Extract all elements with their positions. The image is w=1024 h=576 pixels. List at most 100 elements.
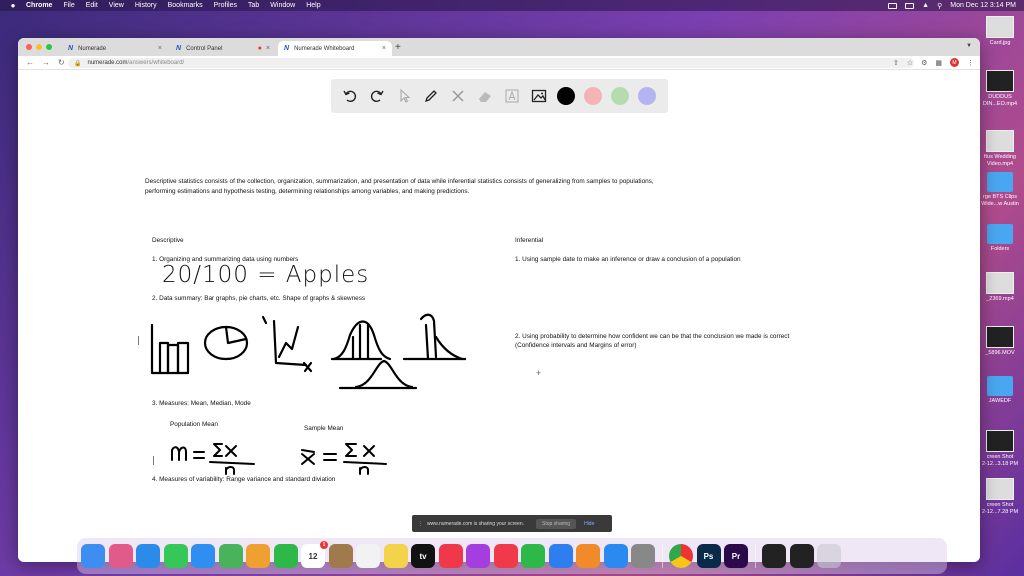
close-window-button[interactable] <box>26 44 32 50</box>
zoom-window-button[interactable] <box>46 44 52 50</box>
menu-edit[interactable]: Edit <box>86 2 98 9</box>
mail-icon[interactable] <box>191 544 215 568</box>
pages-icon[interactable] <box>576 544 600 568</box>
handwritten-apples: 20/100 = Apples <box>162 262 370 288</box>
extensions-icon[interactable]: ⚙ <box>921 59 927 67</box>
back-button[interactable]: ← <box>26 58 34 67</box>
hand-drawn-mean-formulas <box>171 443 387 475</box>
wifi-icon[interactable]: ▲ <box>922 2 929 9</box>
keynote-icon[interactable] <box>548 544 573 568</box>
trash-icon[interactable] <box>817 544 841 568</box>
premiere-icon[interactable]: Pr <box>724 544 748 568</box>
hide-button[interactable]: Hide <box>584 521 594 527</box>
menu-profiles[interactable]: Profiles <box>214 2 237 9</box>
apple-icon[interactable]: ● <box>8 1 18 10</box>
inferential-item-2-detail: (Confidence intervals and Margins of err… <box>515 342 637 349</box>
status-icon[interactable] <box>888 2 898 9</box>
clock[interactable]: Mon Dec 12 3:14 PM <box>950 2 1016 9</box>
photoshop-icon[interactable]: Ps <box>696 544 721 568</box>
launchpad-icon[interactable] <box>108 544 133 568</box>
facetime-icon[interactable] <box>273 544 298 568</box>
chevron-down-icon[interactable]: ▼ <box>966 43 972 49</box>
minimize-window-button[interactable] <box>36 44 42 50</box>
notes-icon[interactable] <box>328 544 353 568</box>
menu-window[interactable]: Window <box>270 2 295 9</box>
desktop-item[interactable]: JAWEDF <box>978 376 1022 405</box>
menu-view[interactable]: View <box>109 2 124 9</box>
menu-bar: ● Chrome File Edit View History Bookmark… <box>0 0 1024 11</box>
desktop-item[interactable]: DUDDUS DIN...EO.mp4 <box>978 70 1022 107</box>
desktop-item[interactable]: creen Shot 2-12...3.18 PM <box>978 430 1022 467</box>
text-caret <box>138 336 139 345</box>
close-icon[interactable]: × <box>382 45 386 52</box>
menu-bookmarks[interactable]: Bookmarks <box>168 2 203 9</box>
podcasts-icon[interactable] <box>466 544 490 568</box>
file-thumbnail-icon <box>986 130 1014 152</box>
crosshair-cursor-icon: + <box>536 368 542 378</box>
tab-numerade-whiteboard[interactable]: N Numerade Whiteboard × <box>278 41 392 56</box>
intro-paragraph: Descriptive statistics consists of the c… <box>145 178 654 195</box>
desktop-item[interactable]: Folders <box>978 224 1022 253</box>
menu-app-name[interactable]: Chrome <box>26 2 52 9</box>
bookmark-star-icon[interactable]: ☆ <box>907 59 913 67</box>
numerade-favicon-icon: N <box>176 45 182 52</box>
system-settings-icon[interactable] <box>631 544 655 568</box>
numbers-icon[interactable] <box>521 544 545 568</box>
photos-icon[interactable] <box>246 544 270 568</box>
news-icon[interactable] <box>493 544 518 568</box>
descriptive-heading: Descriptive <box>152 237 184 244</box>
tab-control-panel[interactable]: N Control Panel ● × <box>170 41 276 56</box>
stop-sharing-button[interactable]: Stop sharing <box>536 518 577 529</box>
menu-file[interactable]: File <box>63 2 74 9</box>
file-thumbnail-icon <box>986 430 1014 452</box>
desktop-item[interactable]: creen Shot 2-12...7.28 PM <box>978 478 1022 515</box>
tab-numerade[interactable]: N Numerade × <box>62 41 168 56</box>
desktop-item-label: ftus Wedding Video.mp4 <box>983 154 1016 167</box>
folder-icon <box>987 376 1013 396</box>
calendar-badge: 1 <box>320 541 328 549</box>
lock-icon[interactable]: 🔒 <box>74 60 81 67</box>
music-icon[interactable] <box>438 544 463 568</box>
safari-icon[interactable] <box>136 544 160 568</box>
reminders-icon[interactable] <box>356 544 380 568</box>
recording-icon: ● <box>257 45 262 52</box>
close-icon[interactable]: × <box>266 45 270 52</box>
desktop-item[interactable]: ftus Wedding Video.mp4 <box>978 130 1022 167</box>
desktop-item-label: Card.jpg <box>989 40 1011 46</box>
app-store-icon[interactable] <box>603 544 628 568</box>
forward-button[interactable]: → <box>42 58 50 67</box>
battery-icon[interactable] <box>905 2 915 9</box>
recent-window-thumbnail-icon[interactable] <box>762 544 786 568</box>
more-menu-icon[interactable]: ⋮ <box>967 59 974 67</box>
folder-icon <box>987 172 1013 192</box>
whiteboard-canvas[interactable]: Descriptive statistics consists of the c… <box>18 70 980 562</box>
population-mean-label: Population Mean <box>170 421 218 428</box>
desktop-item[interactable]: Card.jpg <box>978 16 1022 47</box>
share-icon[interactable]: ⇧ <box>893 59 899 67</box>
calendar-icon[interactable]: 12 1 <box>301 541 328 568</box>
close-icon[interactable]: × <box>158 45 162 52</box>
profile-avatar[interactable]: M <box>950 58 959 67</box>
reload-button[interactable]: ↻ <box>58 58 65 67</box>
desktop-item-label: rge BTS Clips Wide...w Austin <box>981 194 1019 207</box>
reading-list-icon[interactable]: ▦ <box>935 59 942 67</box>
menu-help[interactable]: Help <box>306 2 320 9</box>
sharing-handle-icon[interactable]: ⋮ <box>418 521 423 527</box>
maps-icon[interactable] <box>218 544 243 568</box>
desktop-item[interactable]: _2369.mp4 <box>978 272 1022 303</box>
desktop-item[interactable]: rge BTS Clips Wide...w Austin <box>978 172 1022 207</box>
desktop-item[interactable]: _5896.MOV <box>978 326 1022 357</box>
folder-icon <box>987 224 1013 244</box>
chrome-icon[interactable] <box>669 544 693 568</box>
tv-icon[interactable]: tv <box>411 544 435 568</box>
url-input[interactable]: 🔒 numerade.com/answers/whiteboard/ <box>68 58 914 68</box>
stickies-icon[interactable] <box>383 544 408 568</box>
search-icon[interactable]: ⚲ <box>937 2 942 10</box>
file-thumbnail-icon <box>986 70 1014 92</box>
finder-icon[interactable] <box>81 544 105 568</box>
menu-tab[interactable]: Tab <box>248 2 259 9</box>
menu-history[interactable]: History <box>135 2 157 9</box>
new-tab-button[interactable]: + <box>395 42 401 53</box>
messages-icon[interactable] <box>163 544 188 568</box>
recent-window-thumbnail-icon[interactable] <box>789 544 814 568</box>
